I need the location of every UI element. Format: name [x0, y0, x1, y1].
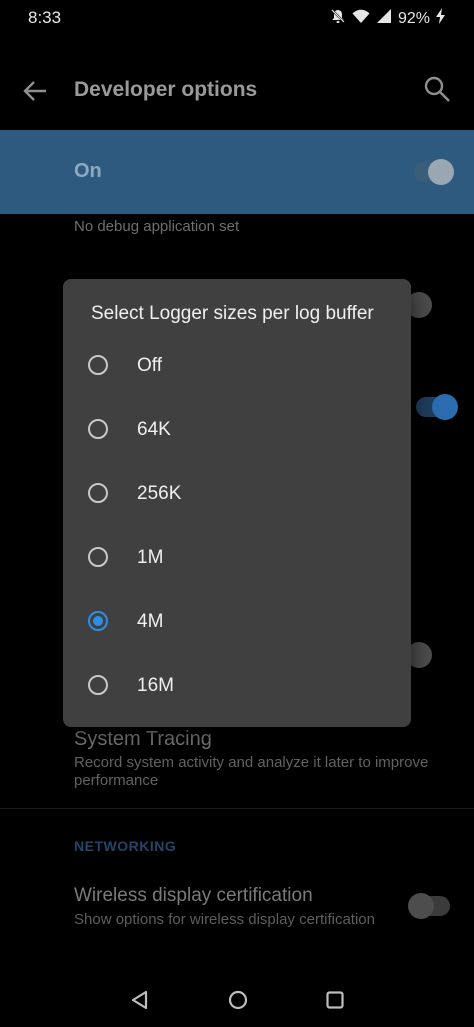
wireless-display-subtitle: Show options for wireless display certif… — [74, 911, 375, 928]
setting-switch-2[interactable] — [416, 394, 458, 420]
wireless-display-switch[interactable] — [408, 893, 450, 919]
master-toggle-row[interactable]: On — [0, 130, 474, 214]
search-icon[interactable] — [420, 72, 454, 106]
option-label: 4M — [137, 611, 164, 632]
radio-button[interactable] — [88, 483, 108, 503]
signal-icon — [376, 8, 392, 29]
dialog-title: Select Logger sizes per log buffer — [91, 303, 374, 324]
master-toggle-switch[interactable] — [414, 159, 454, 185]
option-16m[interactable]: 16M — [63, 655, 411, 719]
option-label: Off — [137, 355, 162, 376]
nav-recents-icon[interactable] — [323, 988, 347, 1012]
radio-button[interactable] — [88, 419, 108, 439]
switch-knob — [428, 159, 454, 185]
nav-back-icon[interactable] — [128, 988, 152, 1012]
switch-knob — [432, 394, 458, 420]
networking-section-header: NETWORKING — [74, 838, 177, 854]
status-icons: 92% — [330, 8, 446, 29]
notifications-off-icon — [330, 8, 346, 29]
option-1m[interactable]: 1M — [63, 527, 411, 591]
system-tracing-title[interactable]: System Tracing — [74, 728, 212, 751]
radio-button[interactable] — [88, 675, 108, 695]
option-off[interactable]: Off — [63, 335, 411, 399]
option-label: 1M — [137, 547, 164, 568]
wifi-icon — [352, 8, 370, 29]
back-arrow-icon[interactable] — [18, 74, 52, 108]
app-bar: Developer options — [0, 50, 474, 130]
radio-button-selected[interactable] — [88, 611, 108, 631]
option-256k[interactable]: 256K — [63, 463, 411, 527]
navigation-bar — [0, 970, 474, 1027]
wireless-display-title[interactable]: Wireless display certification — [74, 885, 313, 907]
option-label: 256K — [137, 483, 182, 504]
battery-percent: 92% — [397, 9, 430, 27]
logger-size-dialog: Select Logger sizes per log buffer Off 6… — [63, 279, 411, 727]
status-bar: 8:33 92% — [0, 0, 474, 36]
switch-knob — [408, 893, 434, 919]
status-time: 8:33 — [28, 8, 62, 27]
option-label: 16M — [137, 675, 174, 696]
option-label: 64K — [137, 419, 171, 440]
debug-app-subtitle: No debug application set — [74, 218, 240, 235]
radio-button[interactable] — [88, 547, 108, 567]
charging-icon — [436, 8, 446, 29]
page-title: Developer options — [74, 78, 258, 101]
radio-button[interactable] — [88, 355, 108, 375]
master-toggle-label: On — [74, 160, 102, 182]
option-4m[interactable]: 4M — [63, 591, 411, 655]
option-64k[interactable]: 64K — [63, 399, 411, 463]
divider — [0, 808, 474, 809]
system-tracing-subtitle: Record system activity and analyze it la… — [74, 754, 429, 789]
nav-home-icon[interactable] — [226, 988, 250, 1012]
